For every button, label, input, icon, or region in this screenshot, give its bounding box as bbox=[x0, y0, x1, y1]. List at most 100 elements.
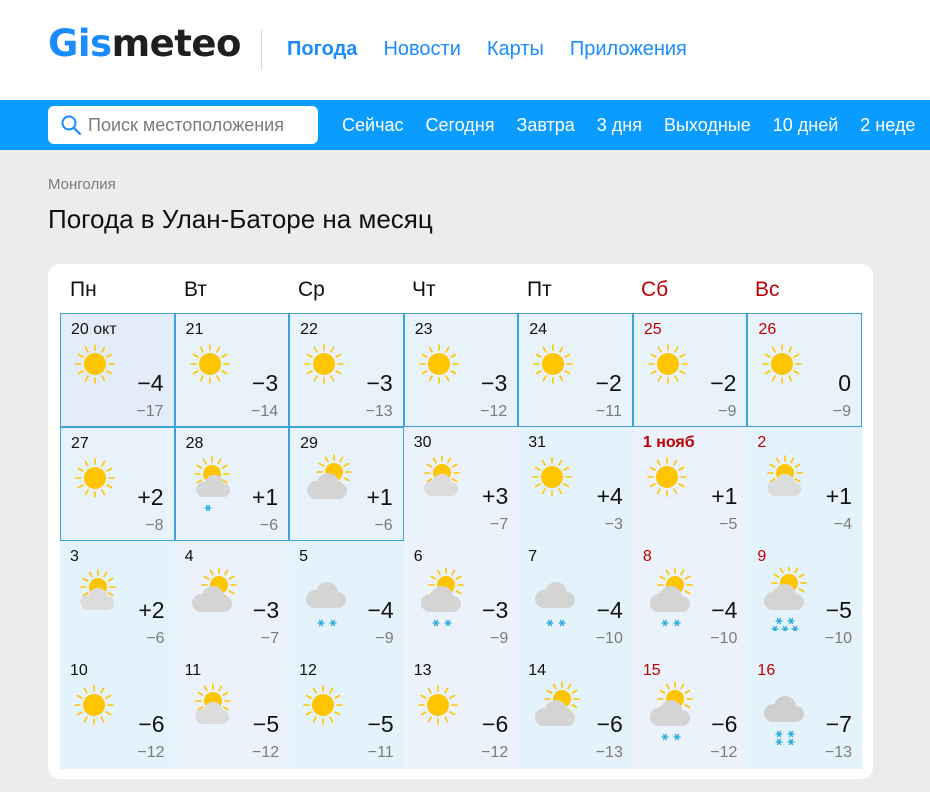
period-weekend[interactable]: Выходные bbox=[664, 115, 751, 136]
day-date: 10 bbox=[70, 662, 88, 679]
sun-icon bbox=[299, 681, 355, 745]
min-temp: −12 bbox=[252, 744, 280, 761]
max-temp: −3 bbox=[366, 370, 393, 396]
calendar-day[interactable]: 3 +2 −6 bbox=[60, 541, 175, 655]
sun-icon bbox=[529, 340, 585, 404]
sun-cloud-icon bbox=[414, 453, 470, 517]
min-temp: −7 bbox=[490, 516, 509, 533]
day-date: 30 bbox=[413, 434, 432, 451]
max-temp: −3 bbox=[251, 370, 279, 396]
day-date: 3 bbox=[70, 548, 79, 565]
min-temp: −11 bbox=[595, 403, 622, 420]
calendar-day[interactable]: 11 −5 −12 bbox=[174, 655, 290, 769]
calendar-day[interactable]: 9 −5 −10 bbox=[747, 541, 862, 655]
max-temp: −5 bbox=[825, 597, 852, 623]
period-3days[interactable]: 3 дня bbox=[597, 115, 642, 136]
day-date: 15 bbox=[642, 662, 661, 679]
min-temp: −14 bbox=[251, 403, 279, 420]
min-temp: −8 bbox=[145, 517, 164, 534]
calendar-day[interactable]: 13 −6 −12 bbox=[403, 655, 519, 769]
weekday-thu: Чт bbox=[412, 278, 436, 301]
sun-icon bbox=[644, 340, 700, 404]
period-nav: Сейчас Сегодня Завтра 3 дня Выходные 10 … bbox=[342, 115, 915, 136]
calendar-day[interactable]: 14 −6 −13 bbox=[518, 655, 633, 769]
max-temp: −6 bbox=[138, 711, 165, 737]
calendar-day[interactable]: 22 −3 −13 bbox=[289, 313, 404, 427]
search-box[interactable] bbox=[48, 106, 318, 144]
weekday-sun: Вс bbox=[755, 278, 780, 301]
calendar-day[interactable]: 1 нояб +1 −5 bbox=[632, 427, 748, 541]
max-temp: 0 bbox=[838, 370, 851, 396]
calendar-day[interactable]: 31 +4 −3 bbox=[518, 427, 633, 541]
weekday-wed: Ср bbox=[298, 278, 325, 301]
calendar-day[interactable]: 7 −4 −10 bbox=[518, 541, 633, 655]
sun-cloudy-icon bbox=[300, 454, 356, 518]
sun-icon bbox=[71, 340, 127, 404]
nav-news[interactable]: Новости bbox=[383, 38, 460, 61]
calendar-day[interactable]: 8 −4 −10 bbox=[632, 541, 748, 655]
calendar-day[interactable]: 16 −7 −13 bbox=[747, 655, 862, 769]
breadcrumb[interactable]: Монголия bbox=[48, 176, 116, 193]
header-divider bbox=[261, 30, 262, 70]
calendar-day[interactable]: 15 −6 −12 bbox=[632, 655, 748, 769]
weekday-tue: Вт bbox=[184, 278, 207, 301]
day-date: 1 нояб bbox=[642, 434, 695, 451]
day-date: 6 bbox=[413, 548, 423, 565]
max-temp: −6 bbox=[482, 711, 509, 737]
sun-cloud-icon bbox=[757, 453, 813, 517]
sun-icon bbox=[70, 681, 126, 745]
gismeteo-logo[interactable]: Gismeteo bbox=[48, 22, 241, 65]
calendar-day[interactable]: 25 −2 −9 bbox=[632, 313, 748, 427]
calendar-day[interactable]: 4 −3 −7 bbox=[174, 541, 290, 655]
day-date: 21 bbox=[185, 321, 204, 338]
nav-weather[interactable]: Погода bbox=[287, 38, 357, 61]
period-tomorrow[interactable]: Завтра bbox=[516, 115, 574, 136]
day-date: 7 bbox=[528, 548, 538, 565]
calendar-day[interactable]: 30 +3 −7 bbox=[403, 427, 519, 541]
max-temp: −5 bbox=[252, 711, 280, 737]
day-date: 27 bbox=[71, 435, 89, 452]
sun-cloudy-icon bbox=[185, 567, 241, 631]
min-temp: −13 bbox=[595, 744, 623, 761]
max-temp: −4 bbox=[711, 597, 738, 623]
calendar-day[interactable]: 24 −2 −11 bbox=[518, 313, 633, 427]
search-input[interactable] bbox=[88, 114, 308, 136]
sun-cloud-icon bbox=[70, 567, 126, 631]
day-date: 28 bbox=[185, 435, 204, 452]
period-now[interactable]: Сейчас bbox=[342, 115, 403, 136]
nav-apps[interactable]: Приложения bbox=[570, 38, 687, 61]
period-2weeks[interactable]: 2 неде bbox=[860, 115, 915, 136]
calendar-day[interactable]: 20 окт −4 −17 bbox=[60, 313, 175, 427]
min-temp: −12 bbox=[480, 403, 508, 420]
calendar-day[interactable]: 12 −5 −11 bbox=[289, 655, 404, 769]
max-temp: +2 bbox=[137, 484, 164, 510]
max-temp: −4 bbox=[137, 370, 164, 396]
max-temp: −3 bbox=[252, 597, 280, 623]
calendar-day[interactable]: 29 +1 −6 bbox=[289, 427, 404, 541]
max-temp: −3 bbox=[482, 597, 509, 623]
calendar-day[interactable]: 2 +1 −4 bbox=[747, 427, 862, 541]
sun-cloud-snow-rain-icon bbox=[184, 453, 242, 518]
calendar-day[interactable]: 6 −3 −9 bbox=[403, 541, 519, 655]
calendar-day[interactable]: 10 −6 −12 bbox=[60, 655, 175, 769]
period-today[interactable]: Сегодня bbox=[425, 115, 494, 136]
calendar-day[interactable]: 5 −4 −9 bbox=[289, 541, 404, 655]
day-date: 12 bbox=[299, 662, 317, 679]
calendar-day[interactable]: 26 0 −9 bbox=[747, 313, 862, 427]
calendar-day[interactable]: 23 −3 −12 bbox=[403, 313, 519, 427]
calendar-day[interactable]: 27 +2 −8 bbox=[60, 427, 175, 541]
day-date: 20 окт bbox=[71, 321, 117, 338]
cloudy-light-snow-icon bbox=[299, 567, 355, 631]
max-temp: +1 bbox=[251, 484, 279, 510]
min-temp: −5 bbox=[719, 516, 738, 533]
sun-cloud-light-snow-icon bbox=[643, 567, 699, 631]
nav-maps[interactable]: Карты bbox=[487, 38, 544, 61]
min-temp: −9 bbox=[718, 403, 737, 420]
period-10days[interactable]: 10 дней bbox=[773, 115, 839, 136]
sun-cloud-snow-icon bbox=[757, 565, 813, 633]
calendar-day[interactable]: 28 +1 −6 bbox=[174, 427, 290, 541]
sun-cloudy-icon bbox=[528, 681, 584, 745]
sun-icon bbox=[300, 340, 356, 404]
calendar-day[interactable]: 21 −3 −14 bbox=[174, 313, 290, 427]
min-temp: −12 bbox=[481, 744, 509, 761]
